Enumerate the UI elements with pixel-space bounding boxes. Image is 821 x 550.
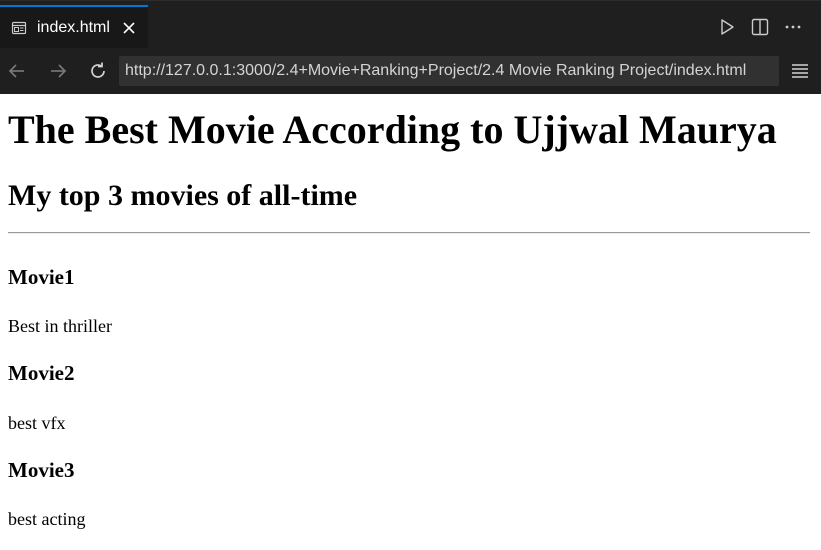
arrow-right-icon[interactable]: [47, 60, 69, 82]
movie-description: best acting: [8, 509, 86, 529]
preview-icon: [11, 21, 27, 35]
page-content: The Best Movie According to Ujjwal Maury…: [0, 94, 821, 550]
more-icon[interactable]: [783, 17, 803, 37]
movie-title: Movie2: [8, 361, 75, 385]
menu-icon[interactable]: [790, 60, 810, 82]
split-editor-icon[interactable]: [750, 17, 770, 37]
movie-description: best vfx: [8, 413, 66, 433]
page-title: The Best Movie According to Ujjwal Maury…: [8, 107, 777, 152]
play-icon[interactable]: [717, 17, 737, 37]
reload-icon[interactable]: [87, 60, 109, 82]
close-icon[interactable]: [120, 19, 138, 37]
arrow-left-icon[interactable]: [6, 60, 28, 82]
movie-title: Movie3: [8, 458, 75, 482]
tab-label: index.html: [37, 19, 110, 36]
page-subtitle: My top 3 movies of all-time: [8, 179, 358, 212]
movie-title: Movie1: [8, 265, 75, 289]
movie-description: Best in thriller: [8, 316, 112, 336]
editor-tab-bar: index.html: [0, 0, 821, 49]
tab-index-html[interactable]: index.html: [0, 5, 148, 49]
browser-nav-bar: http://127.0.0.1:3000/2.4+Movie+Ranking+…: [0, 48, 821, 94]
address-bar[interactable]: http://127.0.0.1:3000/2.4+Movie+Ranking+…: [119, 56, 779, 86]
divider: [8, 232, 810, 234]
